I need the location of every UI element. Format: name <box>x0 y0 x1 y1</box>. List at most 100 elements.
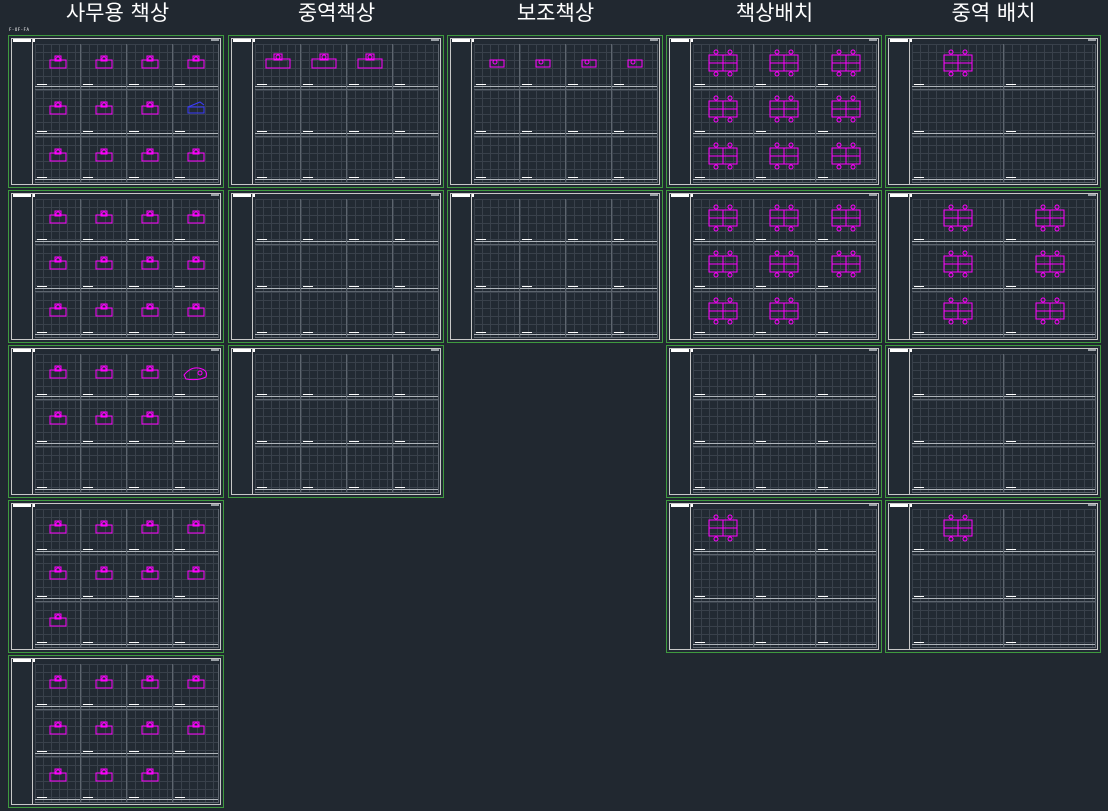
desk-block-icon[interactable] <box>133 668 167 698</box>
drawing-sheet[interactable] <box>885 35 1101 188</box>
cluster-block-icon[interactable] <box>767 203 801 233</box>
cluster-block-icon[interactable] <box>706 513 740 543</box>
cluster-block-icon[interactable] <box>767 94 801 124</box>
curve-block-icon[interactable] <box>179 358 213 388</box>
desk-block-icon[interactable] <box>179 249 213 279</box>
desk-block-icon[interactable] <box>41 761 75 791</box>
desk-block-icon[interactable] <box>179 714 213 744</box>
drawing-sheet[interactable] <box>666 35 882 188</box>
desk-block-icon[interactable] <box>179 559 213 589</box>
drawing-sheet[interactable] <box>228 190 444 343</box>
desk-block-icon[interactable] <box>179 296 213 326</box>
desk-block-icon[interactable] <box>179 141 213 171</box>
cluster-block-icon[interactable] <box>706 141 740 171</box>
desk-block-icon[interactable] <box>87 48 121 78</box>
desk-block-icon[interactable] <box>87 358 121 388</box>
cluster-block-icon[interactable] <box>767 141 801 171</box>
desk-block-icon[interactable] <box>41 404 75 434</box>
desk-block-icon[interactable] <box>41 48 75 78</box>
desk-block-icon[interactable] <box>133 203 167 233</box>
desk-block-icon[interactable] <box>87 141 121 171</box>
cluster-block-icon[interactable] <box>706 296 740 326</box>
desk-block-icon[interactable] <box>179 668 213 698</box>
drawing-sheet[interactable] <box>8 190 224 343</box>
drawing-sheet[interactable] <box>666 345 882 498</box>
desk-block-icon[interactable] <box>87 761 121 791</box>
desk-block-icon[interactable] <box>87 203 121 233</box>
desk-block-icon[interactable] <box>41 203 75 233</box>
drawing-sheet[interactable] <box>447 35 663 188</box>
desk-block-icon[interactable] <box>87 249 121 279</box>
cluster-block-icon[interactable] <box>829 94 863 124</box>
cluster-block-icon[interactable] <box>767 48 801 78</box>
exec-block-icon[interactable] <box>307 48 341 78</box>
exec-block-icon[interactable] <box>261 48 295 78</box>
desk-block-icon[interactable] <box>87 296 121 326</box>
desk-block-icon[interactable] <box>133 513 167 543</box>
desk-block-icon[interactable] <box>41 606 75 636</box>
desk-block-icon[interactable] <box>87 714 121 744</box>
desk-block-icon[interactable] <box>41 714 75 744</box>
drawing-sheet[interactable] <box>8 655 224 808</box>
aux-block-icon[interactable] <box>618 48 652 78</box>
aux-block-icon[interactable] <box>572 48 606 78</box>
desk-block-icon[interactable] <box>41 141 75 171</box>
desk-block-icon[interactable] <box>133 249 167 279</box>
cluster-block-icon[interactable] <box>829 48 863 78</box>
cluster-block-icon[interactable] <box>706 203 740 233</box>
desk-block-icon[interactable] <box>41 249 75 279</box>
desk-block-icon[interactable] <box>87 668 121 698</box>
cluster-block-icon[interactable] <box>941 203 975 233</box>
desk-block-icon[interactable] <box>41 358 75 388</box>
desk-block-icon[interactable] <box>133 94 167 124</box>
drawing-sheet[interactable] <box>885 190 1101 343</box>
cluster-block-icon[interactable] <box>829 141 863 171</box>
desk-block-icon[interactable] <box>87 513 121 543</box>
desk-block-icon[interactable] <box>179 203 213 233</box>
desk-block-icon[interactable] <box>133 141 167 171</box>
desk-block-icon[interactable] <box>41 513 75 543</box>
desk-block-icon[interactable] <box>41 559 75 589</box>
drawing-sheet[interactable] <box>885 500 1101 653</box>
cluster-block-icon[interactable] <box>706 249 740 279</box>
desk-block-icon[interactable] <box>41 94 75 124</box>
cluster-block-icon[interactable] <box>1033 296 1067 326</box>
desk-block-icon[interactable] <box>41 668 75 698</box>
desk-block-icon[interactable] <box>87 404 121 434</box>
cluster-block-icon[interactable] <box>706 48 740 78</box>
cluster-block-icon[interactable] <box>1033 249 1067 279</box>
desk-block-icon[interactable] <box>179 48 213 78</box>
cluster-block-icon[interactable] <box>829 249 863 279</box>
exec-block-icon[interactable] <box>353 48 387 78</box>
desk-block-icon[interactable] <box>133 296 167 326</box>
cluster-block-icon[interactable] <box>941 48 975 78</box>
desk-block-icon[interactable] <box>41 296 75 326</box>
cluster-block-icon[interactable] <box>941 513 975 543</box>
cluster-block-icon[interactable] <box>1033 203 1067 233</box>
cluster-block-icon[interactable] <box>767 249 801 279</box>
drawing-sheet[interactable] <box>447 190 663 343</box>
desk-block-icon[interactable] <box>179 513 213 543</box>
desk-b-block-icon[interactable] <box>179 94 213 124</box>
desk-block-icon[interactable] <box>133 404 167 434</box>
drawing-sheet[interactable] <box>666 190 882 343</box>
cluster-block-icon[interactable] <box>941 296 975 326</box>
cluster-block-icon[interactable] <box>767 296 801 326</box>
desk-block-icon[interactable] <box>133 714 167 744</box>
cluster-block-icon[interactable] <box>941 249 975 279</box>
desk-block-icon[interactable] <box>87 94 121 124</box>
drawing-sheet[interactable] <box>8 345 224 498</box>
desk-block-icon[interactable] <box>133 358 167 388</box>
desk-block-icon[interactable] <box>133 48 167 78</box>
drawing-sheet[interactable] <box>8 35 224 188</box>
drawing-sheet[interactable] <box>228 345 444 498</box>
aux-block-icon[interactable] <box>526 48 560 78</box>
drawing-sheet[interactable] <box>228 35 444 188</box>
desk-block-icon[interactable] <box>133 559 167 589</box>
drawing-sheet[interactable] <box>666 500 882 653</box>
cluster-block-icon[interactable] <box>706 94 740 124</box>
aux-block-icon[interactable] <box>480 48 514 78</box>
desk-block-icon[interactable] <box>133 761 167 791</box>
drawing-sheet[interactable] <box>885 345 1101 498</box>
drawing-sheet[interactable] <box>8 500 224 653</box>
